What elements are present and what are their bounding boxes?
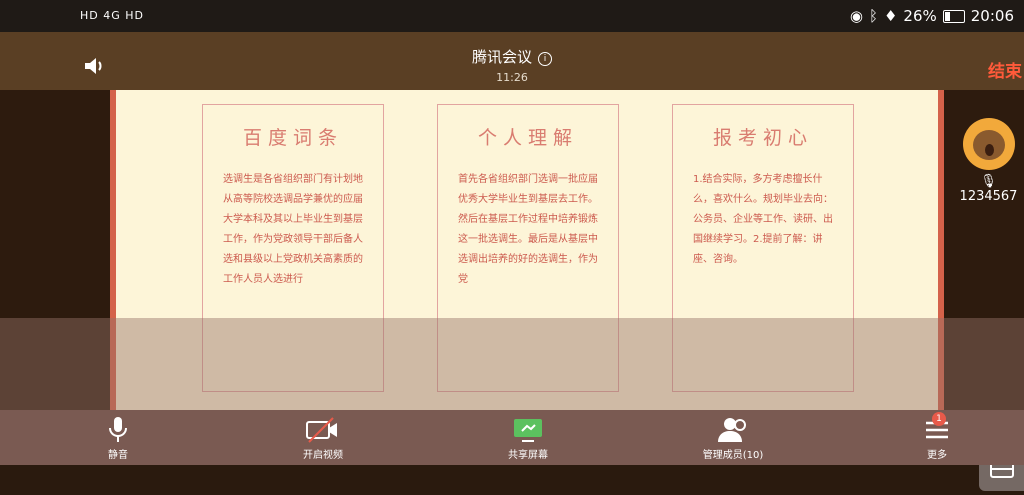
notification-badge: 1 (932, 412, 946, 426)
mute-label: 静音 (108, 450, 128, 461)
card-title: 个人理解 (477, 127, 578, 149)
participant-name: 🎙1234567 (959, 174, 1018, 204)
battery-percent: 26% (903, 7, 937, 25)
video-off-icon (306, 417, 337, 443)
battery-icon (942, 9, 965, 23)
share-screen-label: 共享屏幕 (508, 450, 548, 461)
info-icon[interactable]: i (538, 52, 552, 66)
meeting-header: 腾讯会议 i 11:26 结束 (0, 32, 1024, 90)
status-left-icons: HD 4G HD (80, 9, 144, 22)
more-label: 更多 (927, 450, 947, 461)
eye-icon: ◉ (849, 7, 863, 25)
bluetooth-icon: ᛒ (868, 7, 878, 25)
share-screen-icon (514, 419, 542, 442)
mic-icon: 🎙 (980, 174, 997, 189)
status-bar: HD 4G HD ◉ ᛒ ♦ 26% 20:06 (0, 0, 1024, 32)
more-button[interactable]: 1 更多 (907, 410, 967, 461)
card-title: 报考初心 (712, 127, 813, 149)
overlay-fade (0, 318, 1024, 410)
card-title: 百度词条 (242, 127, 343, 149)
mute-button[interactable]: 静音 (88, 410, 148, 461)
manage-members-button[interactable]: 管理成员(10) (696, 410, 770, 461)
members-icon (718, 418, 746, 442)
meeting-duration: 11:26 (496, 71, 528, 84)
video-label: 开启视频 (303, 450, 343, 461)
card-body: 1.结合实际，多方考虑擅长什么，喜欢什么。规划毕业去向：公务员、企业等工作、读研… (693, 174, 833, 265)
share-screen-button[interactable]: 共享屏幕 (498, 410, 558, 461)
bottom-toolbar: 静音 开启视频 共享屏幕 管理成员(10) 1 更多 (0, 410, 1024, 465)
status-right: ◉ ᛒ ♦ 26% 20:06 (850, 7, 1014, 25)
card-body: 选调生是各省组织部门有计划地从高等院校选调品学兼优的应届大学本科及其以上毕业生到… (223, 174, 363, 285)
video-button[interactable]: 开启视频 (293, 410, 353, 461)
microphone-icon (109, 417, 127, 442)
card-body: 首先各省组织部门选调一批应届优秀大学毕业生到基层去工作。然后在基层工作过程中培养… (458, 174, 598, 285)
meeting-title[interactable]: 腾讯会议 i (0, 46, 1024, 67)
shared-screen-area: 百度词条 选调生是各省组织部门有计划地从高等院校选调品学兼优的应届大学本科及其以… (0, 90, 1024, 491)
end-meeting-button[interactable]: 结束 (988, 57, 1022, 82)
participant-tile[interactable]: 🎙1234567 (953, 118, 1024, 204)
members-label: 管理成员(10) (702, 450, 764, 461)
clock: 20:06 (970, 7, 1014, 25)
avatar (962, 118, 1015, 170)
mic-status-icon: ♦ (883, 7, 898, 25)
